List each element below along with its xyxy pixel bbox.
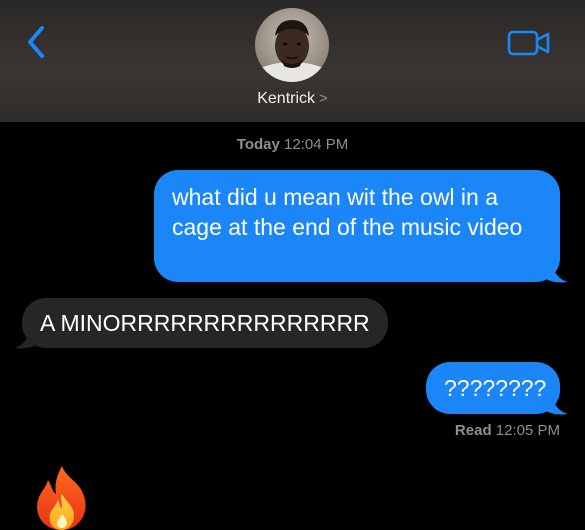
received-message-bubble[interactable]: A MINORRRRRRRRRRRRRRR bbox=[22, 298, 388, 348]
read-receipt-label: Read bbox=[454, 422, 492, 439]
timestamp-day: Today bbox=[236, 136, 280, 153]
read-receipt: Read 12:05 PM bbox=[455, 422, 560, 439]
contact-name-label: Kentrick bbox=[257, 90, 316, 107]
bubble-tail bbox=[544, 394, 568, 415]
bubble-tail bbox=[14, 328, 38, 349]
sent-message-bubble[interactable]: what did u mean wit the owl in a cage at… bbox=[154, 170, 560, 282]
contact-name[interactable]: Kentrick > bbox=[0, 90, 585, 108]
timestamp-time: 12:04 PM bbox=[284, 136, 349, 153]
read-receipt-time: 12:05 PM bbox=[495, 422, 560, 439]
sent-message-bubble[interactable]: ???????? bbox=[426, 362, 560, 414]
fire-emoji-icon[interactable] bbox=[30, 464, 94, 530]
message-text: A MINORRRRRRRRRRRRRRR bbox=[40, 310, 370, 336]
message-text: ???????? bbox=[444, 375, 547, 401]
message-text: what did u mean wit the owl in a cage at… bbox=[172, 184, 523, 240]
conversation-header: Kentrick > bbox=[0, 0, 585, 122]
video-camera-icon[interactable] bbox=[506, 26, 552, 60]
chevron-right-icon: > bbox=[319, 90, 328, 107]
avatar[interactable] bbox=[255, 8, 329, 82]
message-timestamp: Today 12:04 PM bbox=[0, 136, 585, 153]
bubble-tail bbox=[544, 262, 568, 283]
chevron-left-icon[interactable] bbox=[16, 18, 56, 66]
